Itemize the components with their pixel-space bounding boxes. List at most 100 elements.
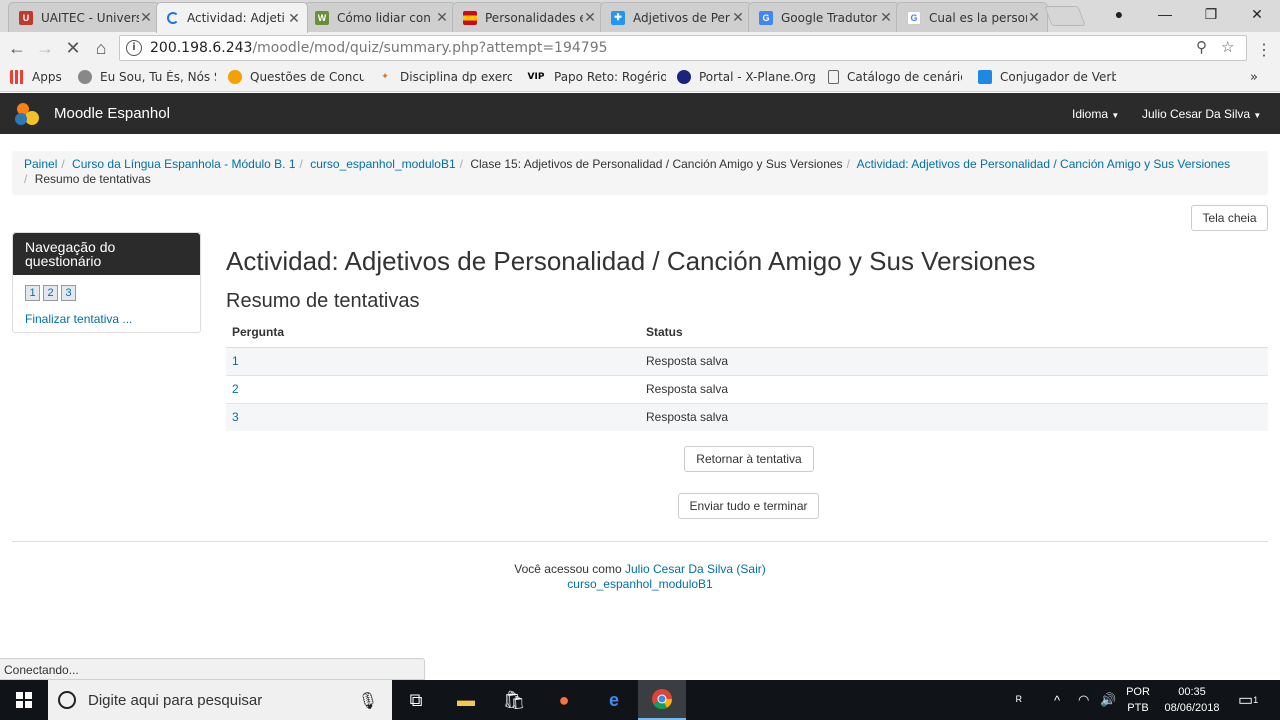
network-icon[interactable]: ◠: [1078, 680, 1089, 720]
close-icon[interactable]: ✕: [583, 9, 597, 26]
store-icon[interactable]: 🛍: [490, 680, 538, 720]
bookmark-catalogo[interactable]: Catálogo de cenário: [828, 70, 962, 84]
close-icon[interactable]: ✕: [435, 9, 449, 26]
zoom-icon[interactable]: ⚲: [1196, 38, 1207, 56]
browser-status-bar: Conectando...: [0, 658, 425, 680]
new-tab-button[interactable]: [1044, 6, 1086, 26]
bookmark-favicon-icon: [228, 70, 242, 84]
keyboard-layout: PTB: [1127, 702, 1149, 714]
restore-button[interactable]: ❐: [1188, 0, 1234, 28]
fullscreen-button[interactable]: Tela cheia: [1191, 205, 1268, 231]
question-status: Resposta salva: [640, 346, 1268, 375]
task-view-icon[interactable]: ⧉: [392, 680, 440, 720]
caret-down-icon: ▼: [1253, 111, 1262, 120]
bookmark-papo-reto[interactable]: VIP Papo Reto: Rogério F: [526, 70, 666, 84]
question-nav-button-3[interactable]: 3: [61, 285, 76, 301]
breadcrumb-separator: /: [459, 157, 463, 171]
tab-actividad[interactable]: Actividad: Adjeti ✕: [156, 2, 308, 33]
notification-center-icon[interactable]: ▭ 1: [1238, 680, 1258, 720]
more-bookmarks-icon[interactable]: »: [1250, 70, 1258, 85]
breadcrumb-item-modulo[interactable]: curso_espanhol_moduloB1: [310, 157, 455, 171]
close-window-button[interactable]: ✕: [1234, 0, 1280, 28]
table-row: 2 Resposta salva: [226, 374, 1268, 403]
question-nav-button-1[interactable]: 1: [25, 285, 40, 301]
tab-cual-es[interactable]: G Cual es la persor ✕: [896, 2, 1048, 32]
tab-uaitec[interactable]: U UAITEC - Univers ✕: [8, 2, 160, 32]
tab-title: Adjetivos de Per: [633, 10, 730, 25]
close-icon[interactable]: ✕: [139, 9, 153, 26]
quiz-navigation-buttons: 1 2 3: [25, 285, 76, 301]
bookmarks-bar: Apps Eu Sou, Tu És, Nós S Questões de Co…: [0, 64, 1280, 92]
footer-course-link[interactable]: curso_espanhol_moduloB1: [567, 577, 712, 591]
table-header-row: Pergunta Status: [226, 318, 1268, 348]
bookmark-xplane[interactable]: Portal - X-Plane.Org: [677, 70, 817, 84]
question-link[interactable]: 2: [226, 374, 640, 403]
address-bar[interactable]: i 200.198.6.243/moodle/mod/quiz/summary.…: [119, 35, 1247, 61]
user-menu[interactable]: Julio Cesar Da Silva ▼: [1142, 107, 1261, 121]
bookmark-favicon-icon: ✦: [381, 72, 389, 82]
footer-user-link[interactable]: Julio Cesar Da Silva: [625, 562, 733, 576]
clock[interactable]: 00:35 08/06/2018: [1160, 684, 1224, 716]
edge-icon[interactable]: e: [590, 680, 638, 720]
people-icon[interactable]: ᴿ: [1016, 680, 1022, 720]
language-indicator[interactable]: POR PTB: [1124, 684, 1152, 716]
home-icon[interactable]: ⌂: [89, 36, 113, 60]
bookmark-star-icon[interactable]: ☆: [1221, 38, 1234, 56]
breadcrumb: Painel / Curso da Língua Espanhola - Módu…: [12, 151, 1268, 195]
minimize-button[interactable]: —: [1142, 0, 1188, 28]
close-icon[interactable]: ✕: [1027, 9, 1041, 26]
finish-attempt-link[interactable]: Finalizar tentativa ...: [25, 312, 132, 326]
bookmark-favicon-icon: [677, 70, 691, 84]
chrome-icon[interactable]: [638, 680, 686, 720]
language-menu[interactable]: Idioma ▼: [1072, 107, 1119, 121]
tab-personalidades[interactable]: Personalidades e ✕: [452, 2, 604, 32]
volume-icon[interactable]: 🔊: [1100, 680, 1116, 720]
profile-icon[interactable]: ●: [1096, 0, 1142, 28]
site-name[interactable]: Moodle Espanhol: [54, 105, 170, 122]
breadcrumb-item-painel[interactable]: Painel: [24, 157, 57, 171]
firefox-icon[interactable]: ●: [540, 680, 588, 720]
clock-time: 00:35: [1178, 686, 1206, 698]
question-nav-button-2[interactable]: 2: [43, 285, 58, 301]
tab-como-lidiar[interactable]: W Cómo lidiar con ✕: [304, 2, 456, 32]
bookmark-label: Disciplina dp exercic: [400, 70, 512, 84]
submit-all-button[interactable]: Enviar tudo e terminar: [678, 493, 819, 519]
quiz-navigation-block: Navegação do questionário 1 2 3 Finaliza…: [12, 232, 201, 333]
taskbar-search-box[interactable]: Digite aqui para pesquisar 🎙: [48, 680, 392, 720]
windows-start-button[interactable]: [0, 680, 48, 720]
microphone-icon[interactable]: 🎙: [358, 691, 378, 711]
cortana-icon: [58, 691, 76, 709]
bookmark-conjugador[interactable]: Conjugador de Verb: [978, 70, 1116, 84]
logout-link[interactable]: (Sair): [736, 562, 765, 576]
tab-google-tradutor[interactable]: G Google Tradutor ✕: [748, 2, 900, 32]
question-link[interactable]: 1: [226, 346, 640, 375]
return-to-attempt-button[interactable]: Retornar à tentativa: [684, 446, 814, 472]
back-button[interactable]: ←: [5, 36, 29, 60]
footer-divider: [12, 541, 1268, 542]
file-explorer-icon[interactable]: ▬: [442, 680, 490, 720]
question-link[interactable]: 3: [226, 402, 640, 431]
bookmark-questoes[interactable]: Questões de Concur: [228, 70, 364, 84]
login-info-prefix: Você acessou como: [514, 562, 622, 576]
bookmark-favicon-icon: [978, 70, 992, 84]
column-header-pergunta: Pergunta: [226, 318, 640, 348]
bookmark-eu-sou[interactable]: Eu Sou, Tu És, Nós S: [78, 70, 216, 84]
moodle-logo-icon[interactable]: [14, 102, 40, 126]
clock-date: 08/06/2018: [1164, 702, 1220, 714]
close-icon[interactable]: ✕: [287, 10, 301, 27]
bookmark-disciplina[interactable]: ✦ Disciplina dp exercic: [378, 70, 512, 84]
tab-title: UAITEC - Univers: [41, 10, 139, 25]
chrome-menu-icon[interactable]: ⋮: [1256, 40, 1272, 60]
breadcrumb-item-actividad[interactable]: Actividad: Adjetivos de Personalidad / C…: [857, 157, 1231, 171]
bookmark-apps[interactable]: Apps: [10, 70, 62, 84]
breadcrumb-item-curso[interactable]: Curso da Língua Espanhola - Módulo B. 1: [72, 157, 295, 171]
info-icon[interactable]: i: [126, 40, 142, 56]
stop-button[interactable]: ✕: [61, 36, 85, 60]
close-icon[interactable]: ✕: [731, 9, 745, 26]
vip-icon: VIP: [527, 72, 545, 82]
show-hidden-icons[interactable]: ^: [1054, 680, 1060, 720]
table-row: 1 Resposta salva: [226, 346, 1268, 375]
close-icon[interactable]: ✕: [879, 9, 893, 26]
tab-adjetivos[interactable]: ✚ Adjetivos de Per ✕: [600, 2, 752, 32]
forward-button[interactable]: →: [33, 36, 57, 60]
